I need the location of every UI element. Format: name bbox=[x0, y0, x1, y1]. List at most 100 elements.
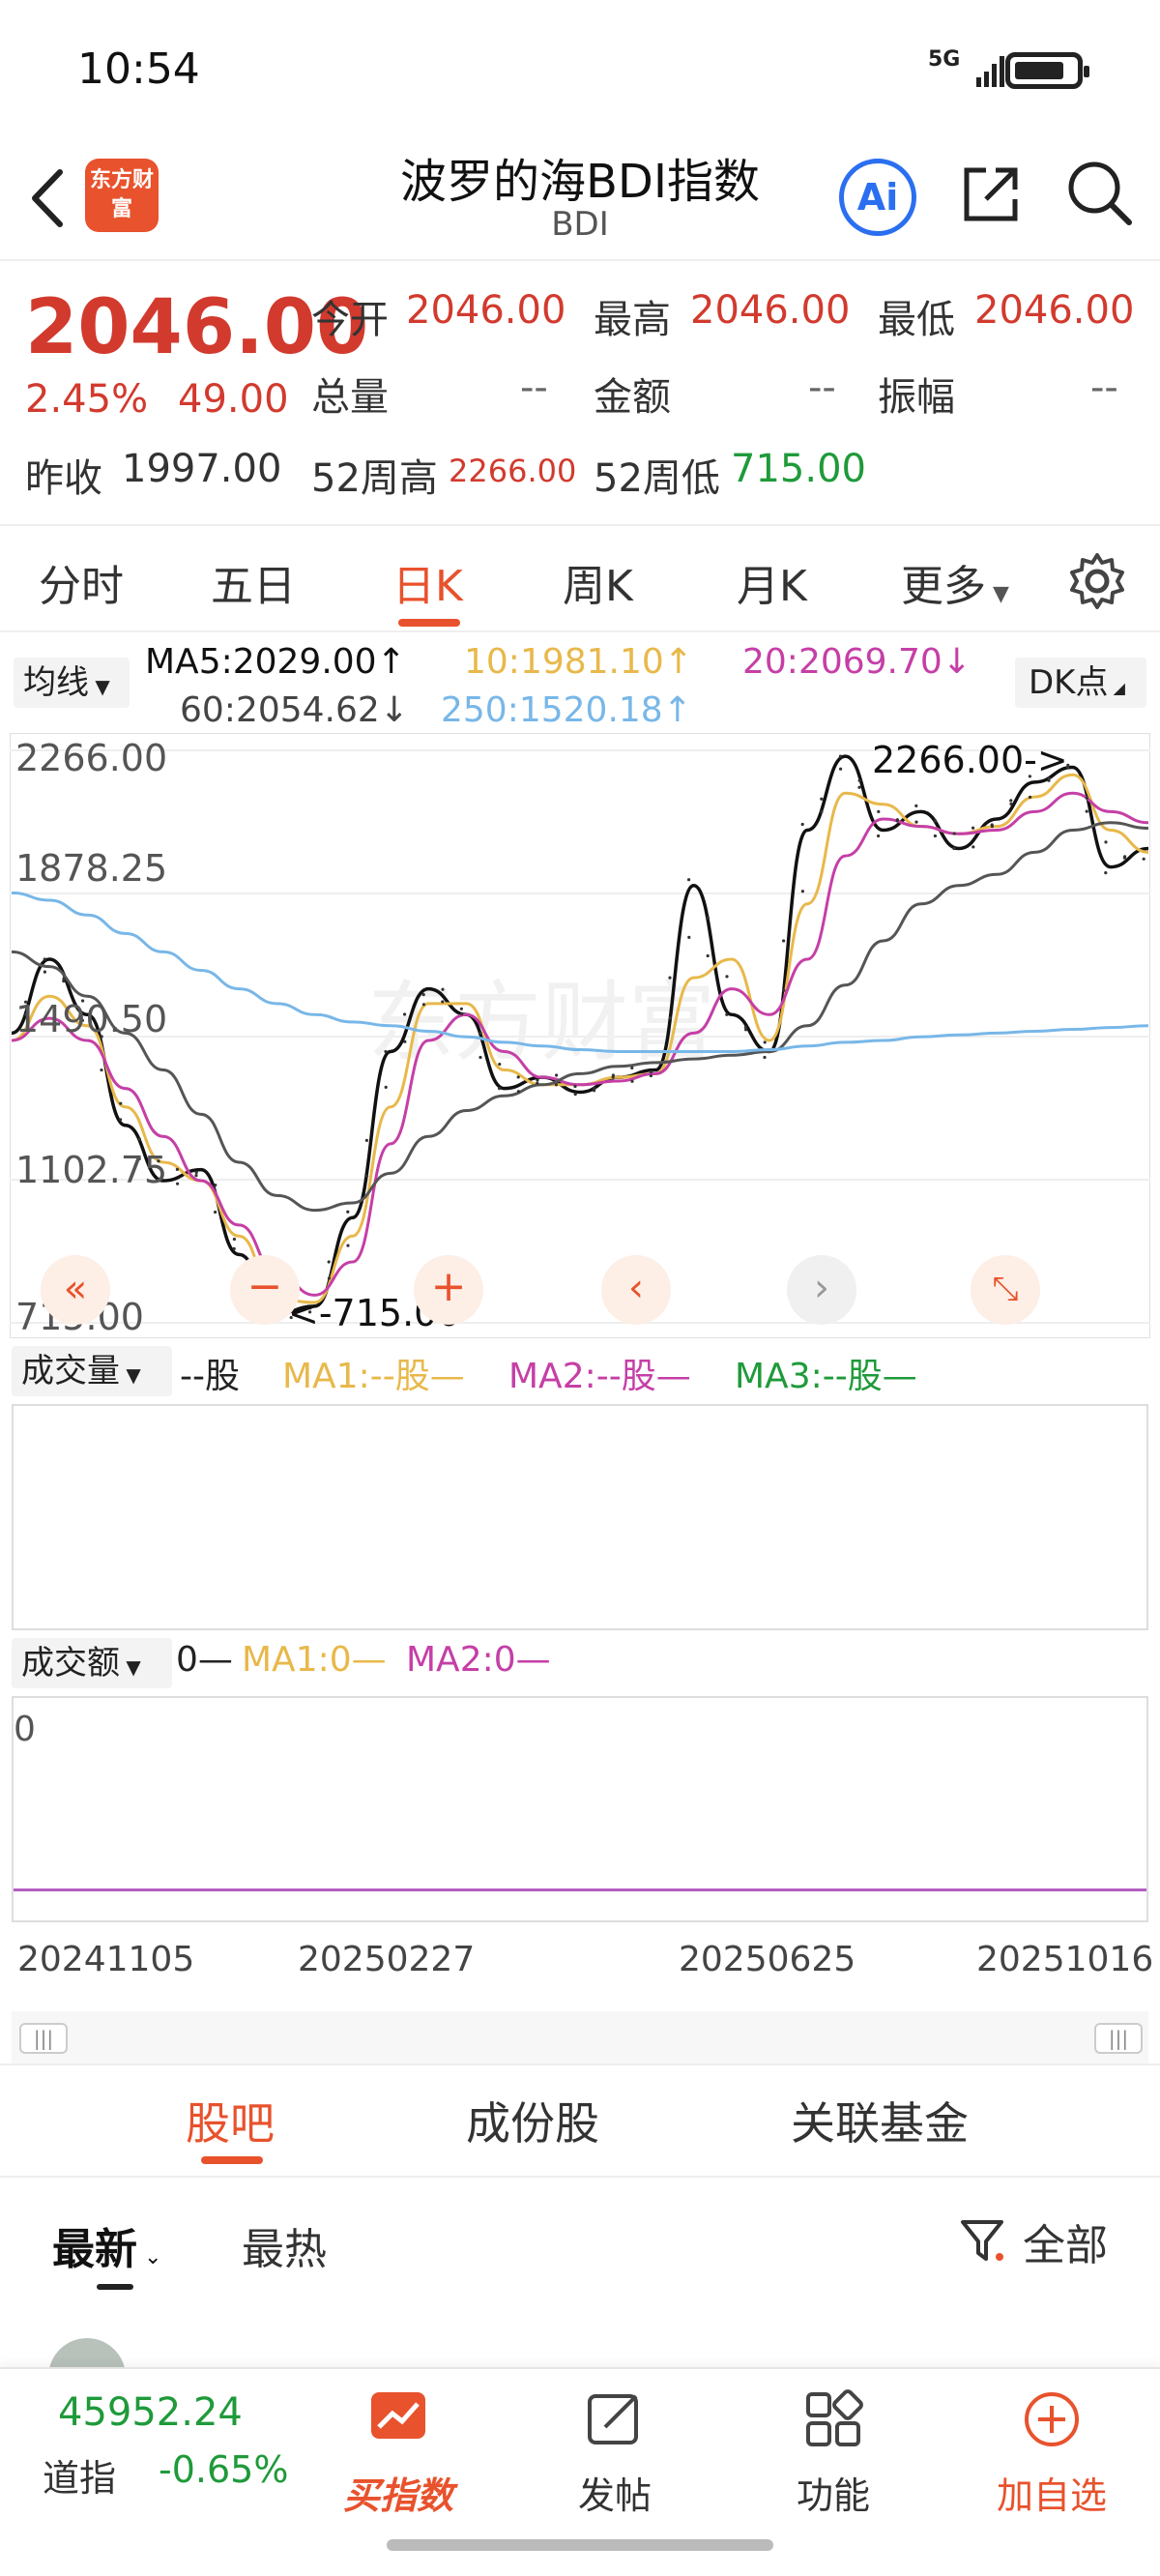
price-dot bbox=[1142, 857, 1146, 861]
zoom-in-button[interactable]: + bbox=[414, 1255, 483, 1325]
volume-chart[interactable] bbox=[12, 1404, 1148, 1630]
price-dot bbox=[176, 1182, 180, 1186]
share-icon[interactable] bbox=[957, 161, 1025, 228]
active-tab-indicator bbox=[201, 2156, 263, 2164]
price-dot bbox=[649, 1073, 653, 1078]
tab-guba[interactable]: 股吧 bbox=[186, 2089, 275, 2152]
price-dot bbox=[536, 1078, 539, 1082]
functions-button[interactable]: 功能 bbox=[756, 2388, 911, 2519]
w52-low-value: 715.00 bbox=[731, 447, 866, 491]
caret-down-icon: ▼ bbox=[986, 582, 1009, 606]
indicator-select[interactable]: 均线 ▼ bbox=[14, 658, 130, 708]
y-tick-label: 1102.75 bbox=[15, 1149, 168, 1191]
back-icon[interactable] bbox=[23, 164, 72, 232]
price-dot bbox=[214, 1183, 218, 1187]
price-dot bbox=[972, 845, 975, 849]
price-dot bbox=[611, 1075, 615, 1079]
zoom-out-button[interactable]: − bbox=[230, 1255, 300, 1325]
quote-panel: 2046.00 2.45% 49.00 今开 2046.00 最高 2046.0… bbox=[0, 263, 1160, 526]
price-dot bbox=[327, 1260, 331, 1264]
edit-icon bbox=[588, 2394, 638, 2444]
price-dot bbox=[877, 809, 881, 813]
tab-more[interactable]: 更多 ▼ bbox=[901, 551, 1009, 613]
price-dot bbox=[857, 785, 861, 789]
price-dot bbox=[820, 809, 824, 813]
chart-scroll-track[interactable] bbox=[12, 2011, 1148, 2065]
w52-high-value: 2266.00 bbox=[449, 453, 577, 489]
amount-ma2: MA2:0— bbox=[406, 1640, 551, 1680]
tab-constituents[interactable]: 成份股 bbox=[466, 2089, 599, 2152]
amount-axis-zero: 0 bbox=[14, 1710, 36, 1749]
fullscreen-button[interactable]: ⤡ bbox=[971, 1255, 1040, 1325]
price-dot bbox=[763, 1055, 767, 1060]
volume-value: -- bbox=[520, 366, 548, 410]
price-dot bbox=[914, 820, 918, 824]
settings-icon[interactable] bbox=[1067, 551, 1127, 611]
previous-button[interactable]: ‹ bbox=[601, 1255, 671, 1325]
volume-label: 总量 bbox=[311, 375, 389, 420]
home-indicator bbox=[387, 2539, 773, 2551]
next-button[interactable]: › bbox=[787, 1255, 856, 1325]
amount-indicator-select[interactable]: 成交额 ▼ bbox=[12, 1638, 172, 1688]
tab-monthly-k[interactable]: 月K bbox=[737, 551, 807, 613]
price-dot bbox=[421, 1003, 425, 1007]
scroll-handle-left[interactable]: ||| bbox=[19, 2023, 68, 2054]
low-label: 最低 bbox=[878, 298, 955, 342]
ma5-legend: MA5:2029.00↑ bbox=[145, 642, 406, 682]
price-dot bbox=[990, 823, 994, 827]
tab-latest[interactable]: 最新 ⌄ bbox=[52, 2214, 161, 2276]
search-icon[interactable] bbox=[1063, 157, 1135, 228]
price-dot bbox=[516, 1090, 521, 1094]
price-dot bbox=[800, 890, 805, 893]
functions-label: 功能 bbox=[796, 2474, 870, 2517]
price-dot bbox=[630, 1079, 634, 1083]
clock: 10:54 bbox=[77, 44, 200, 94]
price-dot bbox=[1085, 809, 1088, 813]
dow-name[interactable]: 道指 bbox=[43, 2448, 116, 2502]
caret-down-icon: ◢ bbox=[1108, 679, 1125, 697]
ai-button[interactable]: Ai bbox=[839, 159, 916, 236]
caret-down-icon: ▼ bbox=[120, 1655, 141, 1679]
tab-weekly-k[interactable]: 周K bbox=[563, 551, 633, 613]
tab-related-funds[interactable]: 关联基金 bbox=[791, 2089, 969, 2152]
filter-button[interactable]: 全部 bbox=[959, 2209, 1133, 2270]
tab-five-day[interactable]: 五日 bbox=[211, 551, 296, 613]
app-logo[interactable]: 东方财富 bbox=[85, 159, 159, 232]
price-dot bbox=[137, 1137, 141, 1141]
price-dot bbox=[403, 1012, 407, 1016]
post-button[interactable]: 发帖 bbox=[537, 2388, 692, 2519]
price-dot bbox=[687, 935, 691, 940]
volume-indicator-select[interactable]: 成交量 ▼ bbox=[12, 1346, 172, 1396]
x-tick-label: 20241105 bbox=[17, 1940, 195, 1979]
price-dot bbox=[194, 1173, 198, 1178]
price-dot bbox=[725, 975, 729, 979]
buy-index-button[interactable]: 买指数 bbox=[321, 2388, 476, 2519]
trend-up-icon bbox=[371, 2392, 425, 2439]
price-dot bbox=[668, 1016, 672, 1020]
price-dot bbox=[895, 819, 899, 823]
price-dot bbox=[459, 1007, 463, 1010]
dk-point-label: DK点 bbox=[1029, 663, 1109, 702]
price-dot bbox=[478, 1055, 482, 1060]
rewind-button[interactable]: « bbox=[41, 1255, 110, 1325]
amount-chart[interactable] bbox=[12, 1696, 1148, 1922]
tab-intraday[interactable]: 分时 bbox=[39, 551, 124, 613]
tab-hottest[interactable]: 最热 bbox=[242, 2214, 327, 2276]
tab-daily-k[interactable]: 日K bbox=[392, 551, 463, 613]
price-dot bbox=[194, 1170, 198, 1175]
dow-change[interactable]: -0.65% bbox=[159, 2448, 288, 2491]
price-dot bbox=[346, 1210, 350, 1214]
add-watchlist-button[interactable]: 加自选 bbox=[974, 2388, 1129, 2519]
y-tick-label: 2266.00 bbox=[15, 737, 168, 779]
price-dot bbox=[573, 1084, 577, 1089]
filter-label: 全部 bbox=[1023, 2221, 1108, 2270]
kline-chart[interactable]: 东方财富 bbox=[10, 733, 1150, 1338]
price-dot bbox=[327, 1276, 331, 1280]
price-dot bbox=[214, 1210, 218, 1215]
dow-value[interactable]: 45952.24 bbox=[58, 2390, 243, 2435]
dk-point-select[interactable]: DK点 ◢ bbox=[1015, 658, 1146, 708]
scroll-handle-right[interactable]: ||| bbox=[1094, 2023, 1143, 2054]
price-dot bbox=[384, 1049, 388, 1054]
price-dot bbox=[933, 834, 938, 838]
price-dot bbox=[725, 1012, 729, 1016]
